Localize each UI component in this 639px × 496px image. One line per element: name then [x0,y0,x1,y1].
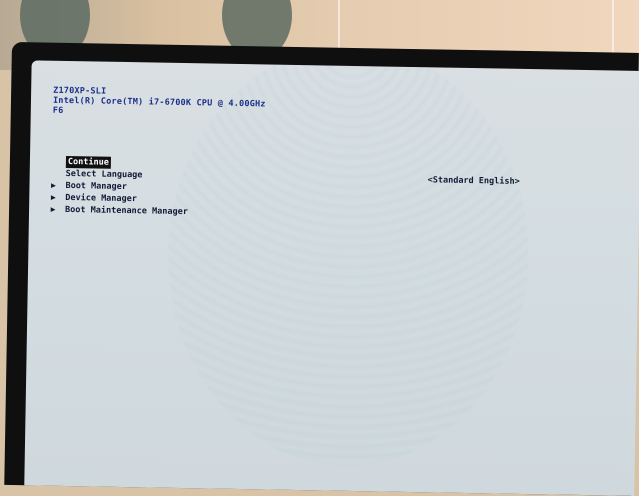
submenu-arrow-icon: ▶ [47,204,59,216]
system-info: Z170XP-SLI Intel(R) Core(TM) i7-6700K CP… [53,86,266,120]
menu-item-label: Boot Manager [65,181,127,192]
bios-screen: Z170XP-SLI Intel(R) Core(TM) i7-6700K CP… [24,60,639,496]
menu-item-label: Boot Maintenance Manager [65,205,188,217]
language-selector-value[interactable]: <Standard English> [428,174,520,188]
submenu-arrow-icon: ▶ [47,180,59,192]
menu-item-label: Continue [66,156,111,169]
menu-item-label: Device Manager [65,193,137,204]
main-menu: Continue Select Language ▶ Boot Manager … [47,156,189,218]
screen-moire [165,60,532,469]
monitor-bezel: Z170XP-SLI Intel(R) Core(TM) i7-6700K CP… [4,42,639,496]
menu-item-boot-maintenance-manager[interactable]: ▶ Boot Maintenance Manager [47,204,188,218]
submenu-arrow-icon: ▶ [47,192,59,204]
menu-item-label: Select Language [66,169,143,180]
